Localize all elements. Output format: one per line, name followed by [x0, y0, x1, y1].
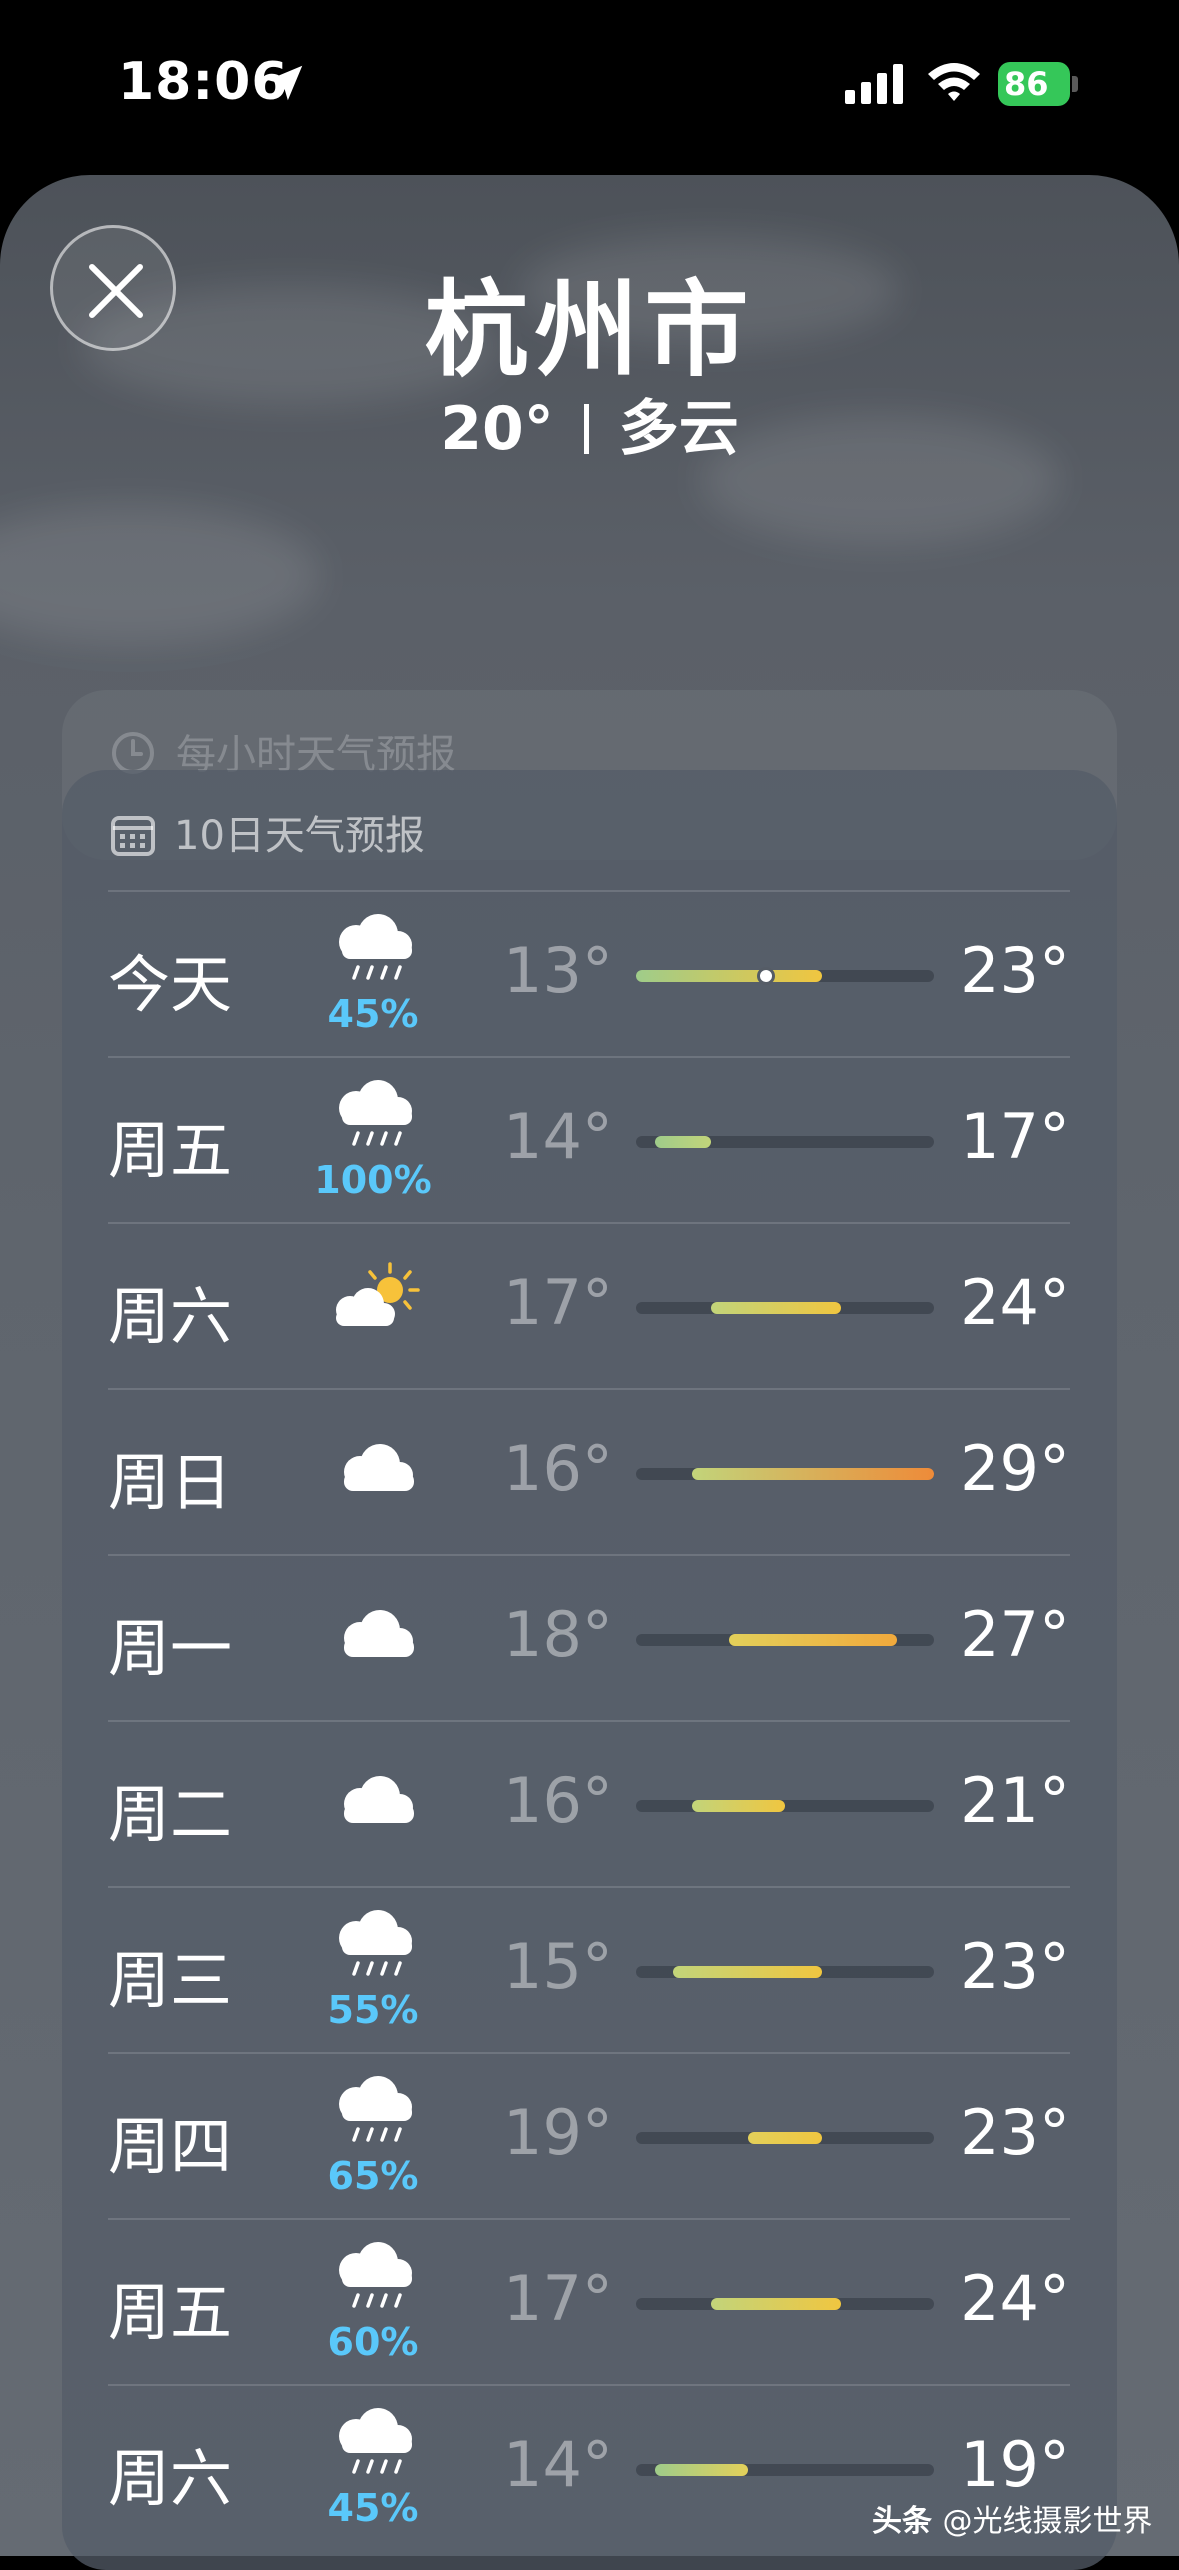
low-temperature: 17° [503, 2262, 613, 2335]
high-temperature: 27° [960, 1598, 1070, 1671]
day-label: 周六 [108, 2442, 233, 2515]
high-temperature: 21° [960, 1764, 1070, 1837]
partly-sunny-icon [318, 1262, 428, 1342]
temperature-range-bar [710, 2298, 841, 2310]
temperature-range-bar [729, 1634, 897, 1646]
rain-icon [318, 912, 428, 992]
forecast-row[interactable]: 周五 100% 14° 17° [108, 1056, 1070, 1223]
precipitation-chance: 65% [327, 2154, 419, 2198]
cloud-icon [318, 1428, 428, 1508]
day-label: 今天 [108, 948, 233, 1021]
cloud-texture [0, 505, 320, 645]
location-arrow-icon [267, 65, 303, 101]
precipitation-chance: 60% [327, 2320, 419, 2364]
day-label: 周六 [108, 1280, 233, 1353]
forecast-row[interactable]: 周一 18° 27° [108, 1554, 1070, 1721]
forecast-row[interactable]: 周六 17° 24° [108, 1222, 1070, 1389]
low-temperature: 16° [503, 1432, 613, 1505]
wifi-icon [928, 63, 980, 101]
cellular-signal-icon [845, 64, 903, 104]
forecast-row[interactable]: 周三 55% 15° 23° [108, 1886, 1070, 2053]
precipitation-chance: 45% [327, 2486, 419, 2530]
divider [583, 404, 589, 454]
ten-day-forecast-header: 10日天气预报 [110, 803, 425, 861]
temperature-range-track [636, 2132, 934, 2144]
day-label: 周五 [108, 1114, 233, 1187]
temperature-range-track [636, 1966, 934, 1978]
current-temperature-dot [757, 967, 776, 985]
high-temperature: 23° [960, 1930, 1070, 2003]
high-temperature: 29° [960, 1432, 1070, 1505]
battery-indicator: 86 [998, 62, 1080, 106]
calendar-icon [111, 816, 155, 856]
low-temperature: 18° [503, 1598, 613, 1671]
battery-cap [1072, 76, 1078, 92]
temperature-range-track [636, 1468, 934, 1480]
temperature-range-track [636, 1302, 934, 1314]
day-label: 周四 [108, 2110, 233, 2183]
rain-icon [318, 2074, 428, 2154]
temperature-range-track [636, 1136, 934, 1148]
temperature-range-track [636, 2298, 934, 2310]
precipitation-chance: 100% [314, 1158, 432, 1202]
temperature-range-track [636, 1800, 934, 1812]
low-temperature: 14° [503, 1100, 613, 1173]
battery-level: 86 [1004, 65, 1049, 103]
watermark-account: @光线摄影世界 [942, 2504, 1153, 2539]
forecast-row[interactable]: 周日 16° 29° [108, 1388, 1070, 1555]
forecast-row[interactable]: 周五 60% 17° 24° [108, 2218, 1070, 2385]
temperature-range-bar [673, 1966, 823, 1978]
forecast-row[interactable]: 周二 16° 21° [108, 1720, 1070, 1887]
city-name: 杭州市 [424, 269, 755, 391]
current-temperature: 20° [440, 394, 554, 464]
watermark: 头条 @光线摄影世界 [872, 2496, 1152, 2540]
current-condition: 多云 [618, 394, 739, 464]
high-temperature: 19° [960, 2428, 1070, 2501]
current-conditions: 20° 多云 [0, 380, 1179, 467]
temperature-range-bar [691, 1800, 785, 1812]
rain-icon [318, 1908, 428, 1988]
forecast-row[interactable]: 周四 65% 19° 23° [108, 2052, 1070, 2219]
cloud-icon [318, 1760, 428, 1840]
temperature-range-bar [654, 1136, 711, 1148]
temperature-range-bar [710, 1302, 841, 1314]
precipitation-chance: 45% [327, 992, 419, 1036]
temperature-range-track [636, 2464, 934, 2476]
temperature-range-bar [691, 1468, 934, 1480]
rain-icon [318, 2240, 428, 2320]
rain-icon [318, 1078, 428, 1158]
high-temperature: 24° [960, 2262, 1070, 2335]
status-bar: 18:06 86 [0, 0, 1179, 175]
rain-icon [318, 2406, 428, 2486]
watermark-platform: 头条 [872, 2504, 932, 2539]
high-temperature: 17° [960, 1100, 1070, 1173]
temperature-range-bar [747, 2132, 823, 2144]
low-temperature: 13° [503, 934, 613, 1007]
day-label: 周五 [108, 2276, 233, 2349]
temperature-range-track [636, 967, 934, 985]
temperature-range-track [636, 1634, 934, 1646]
day-label: 周日 [108, 1446, 233, 1519]
ten-day-forecast-title: 10日天气预报 [174, 813, 425, 859]
high-temperature: 23° [960, 2096, 1070, 2169]
high-temperature: 23° [960, 934, 1070, 1007]
temperature-range-bar [654, 2464, 748, 2476]
low-temperature: 17° [503, 1266, 613, 1339]
forecast-row[interactable]: 今天 45% 13° 23° [108, 890, 1070, 1057]
low-temperature: 15° [503, 1930, 613, 2003]
temperature-range-bar [636, 970, 823, 982]
day-label: 周二 [108, 1778, 233, 1851]
low-temperature: 14° [503, 2428, 613, 2501]
day-label: 周三 [108, 1944, 233, 2017]
day-label: 周一 [108, 1612, 233, 1685]
low-temperature: 16° [503, 1764, 613, 1837]
high-temperature: 24° [960, 1266, 1070, 1339]
cloud-icon [318, 1594, 428, 1674]
precipitation-chance: 55% [327, 1988, 419, 2032]
low-temperature: 19° [503, 2096, 613, 2169]
